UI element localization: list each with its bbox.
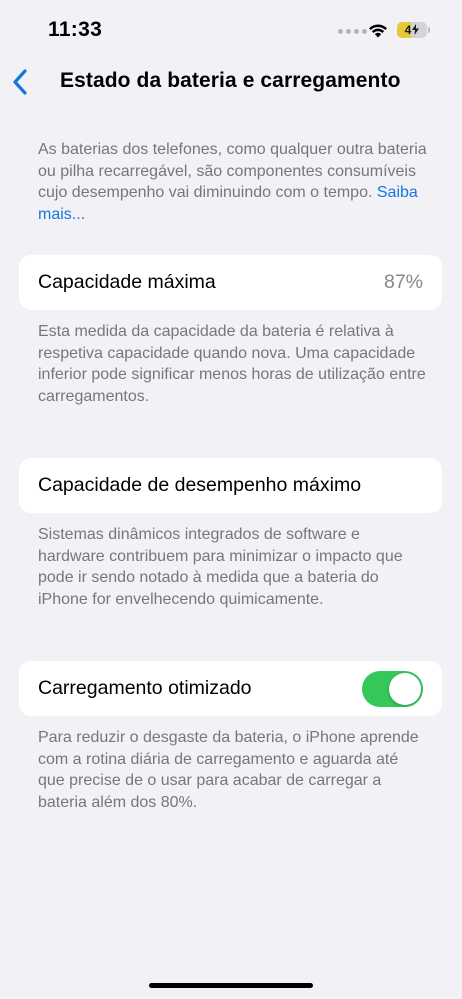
battery-cap bbox=[428, 27, 430, 33]
navigation-bar: Estado da bateria e carregamento bbox=[0, 60, 462, 106]
battery-icon: 4 bbox=[397, 22, 427, 38]
peak-performance-row[interactable]: Capacidade de desempenho máximo bbox=[19, 458, 442, 513]
optimized-charging-description: Para reduzir o desgaste da bateria, o iP… bbox=[38, 729, 419, 811]
intro-description: As baterias dos telefones, como qualquer… bbox=[38, 139, 428, 225]
chevron-left-icon bbox=[13, 69, 27, 95]
status-bar: 11:33 4 bbox=[0, 0, 462, 60]
optimized-charging-toggle[interactable] bbox=[362, 671, 423, 707]
max-capacity-row: Capacidade máxima 87% bbox=[19, 255, 442, 310]
toggle-knob bbox=[389, 673, 421, 705]
home-indicator[interactable] bbox=[149, 983, 313, 988]
peak-performance-description: Sistemas dinâmicos integrados de softwar… bbox=[38, 526, 403, 608]
max-capacity-label: Capacidade máxima bbox=[38, 271, 216, 293]
back-button[interactable] bbox=[10, 64, 34, 100]
peak-performance-label: Capacidade de desempenho máximo bbox=[38, 474, 362, 496]
optimized-charging-row: Carregamento otimizado bbox=[19, 661, 442, 716]
battery-level-text: 4 bbox=[397, 22, 427, 38]
optimized-charging-label: Carregamento otimizado bbox=[38, 677, 252, 699]
cellular-signal-icon bbox=[338, 29, 367, 34]
page-title: Estado da bateria e carregamento bbox=[60, 69, 401, 92]
max-capacity-value: 87% bbox=[383, 271, 423, 293]
intro-text: As baterias dos telefones, como qualquer… bbox=[38, 141, 427, 201]
wifi-icon bbox=[369, 24, 387, 38]
status-time: 11:33 bbox=[48, 18, 103, 41]
max-capacity-description: Esta medida da capacidade da bateria é r… bbox=[38, 323, 426, 405]
